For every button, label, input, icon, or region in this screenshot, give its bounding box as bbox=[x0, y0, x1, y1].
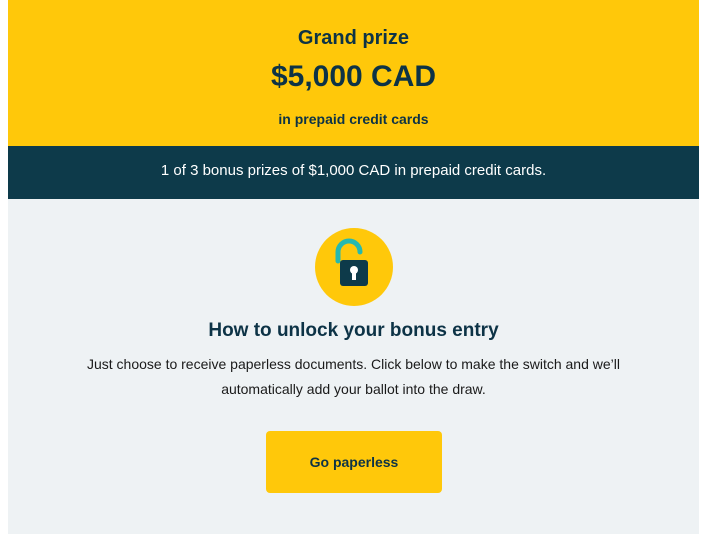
unlocked-padlock-icon bbox=[314, 227, 394, 307]
unlock-section: How to unlock your bonus entry Just choo… bbox=[8, 199, 699, 534]
bonus-prizes-text: 1 of 3 bonus prizes of $1,000 CAD in pre… bbox=[160, 162, 547, 179]
go-paperless-button[interactable]: Go paperless bbox=[266, 431, 442, 493]
grand-prize-banner: Grand prize $5,000 CAD in prepaid credit… bbox=[8, 0, 699, 146]
unlock-description: Just choose to receive paperless documen… bbox=[86, 356, 621, 397]
promo-card: Grand prize $5,000 CAD in prepaid credit… bbox=[8, 0, 699, 534]
bonus-prizes-bar: 1 of 3 bonus prizes of $1,000 CAD in pre… bbox=[8, 146, 699, 199]
padlock-graphic bbox=[315, 228, 393, 306]
unlock-title: How to unlock your bonus entry bbox=[208, 320, 499, 341]
grand-prize-label: Grand prize bbox=[297, 27, 410, 49]
grand-prize-subtitle: in prepaid credit cards bbox=[278, 111, 429, 127]
padlock-keyhole-stem bbox=[352, 271, 356, 280]
grand-prize-amount: $5,000 CAD bbox=[270, 60, 437, 93]
